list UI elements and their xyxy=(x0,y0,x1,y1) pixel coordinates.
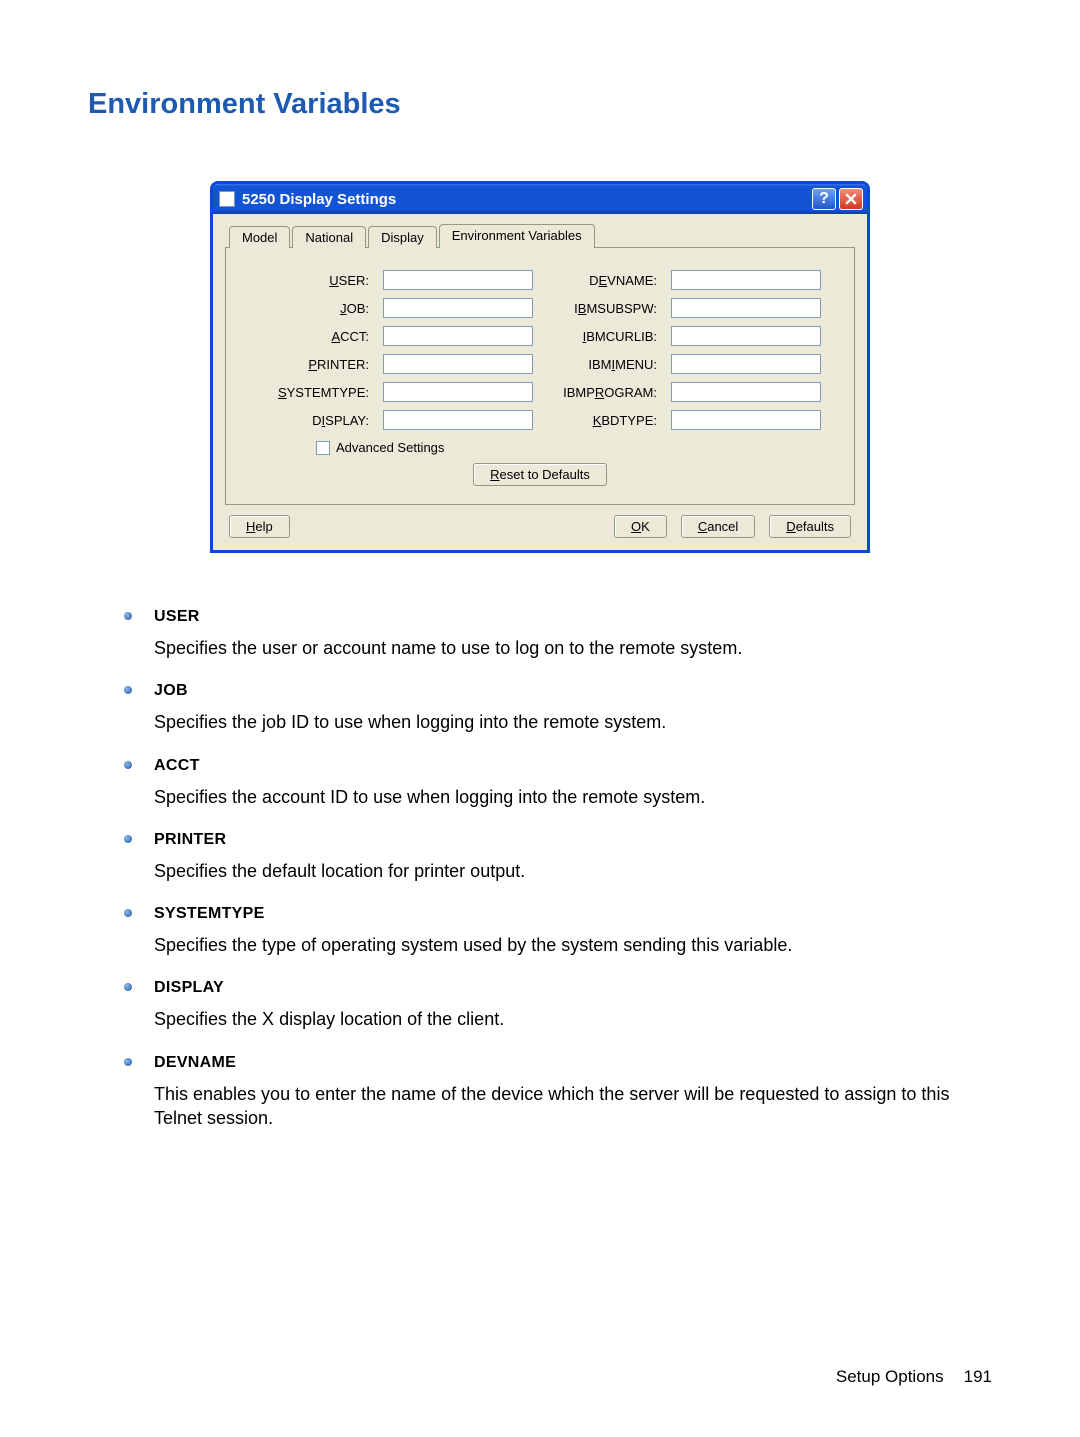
term-printer: PRINTER xyxy=(154,831,960,849)
ibmsubspw-field[interactable] xyxy=(671,298,821,318)
desc-display: Specifies the X display location of the … xyxy=(154,1007,960,1031)
systemtype-field[interactable] xyxy=(383,382,533,402)
dialog-body: Model National Display Environment Varia… xyxy=(213,214,867,550)
bullet-icon xyxy=(124,835,132,843)
label-ibmprogram: IBMPROGRAM: xyxy=(547,385,657,400)
desc-job: Specifies the job ID to use when logging… xyxy=(154,710,960,734)
acct-field[interactable] xyxy=(383,326,533,346)
footer-section: Setup Options xyxy=(836,1367,944,1387)
tab-panel: USER: DEVNAME: JOB: IBMSUBSPW: ACCT: IBM… xyxy=(225,247,855,505)
term-user: USER xyxy=(154,608,960,626)
ok-button[interactable]: OK xyxy=(614,515,667,538)
desc-user: Specifies the user or account name to us… xyxy=(154,636,960,660)
defaults-button[interactable]: Defaults xyxy=(769,515,851,538)
label-devname: DEVNAME: xyxy=(547,273,657,288)
titlebar: 5250 Display Settings ? xyxy=(213,184,867,214)
term-job: JOB xyxy=(154,682,960,700)
list-item: DISPLAY Specifies the X display location… xyxy=(154,979,960,1031)
label-user: USER: xyxy=(259,273,369,288)
window-title: 5250 Display Settings xyxy=(242,191,812,208)
titlebar-buttons: ? xyxy=(812,188,863,210)
fields-grid: USER: DEVNAME: JOB: IBMSUBSPW: ACCT: IBM… xyxy=(246,270,834,430)
list-item: DEVNAME This enables you to enter the na… xyxy=(154,1054,960,1131)
display-field[interactable] xyxy=(383,410,533,430)
bullet-icon xyxy=(124,761,132,769)
term-systemtype: SYSTEMTYPE xyxy=(154,905,960,923)
ibmprogram-field[interactable] xyxy=(671,382,821,402)
help-icon[interactable]: ? xyxy=(812,188,836,210)
footer-page-number: 191 xyxy=(964,1367,992,1387)
label-printer: PRINTER: xyxy=(259,357,369,372)
ibmcurlib-field[interactable] xyxy=(671,326,821,346)
label-kbdtype: KBDTYPE: xyxy=(547,413,657,428)
label-ibmcurlib: IBMCURLIB: xyxy=(547,329,657,344)
printer-field[interactable] xyxy=(383,354,533,374)
checkbox-icon[interactable] xyxy=(316,441,330,455)
bullet-icon xyxy=(124,1058,132,1066)
user-field[interactable] xyxy=(383,270,533,290)
tab-model[interactable]: Model xyxy=(229,226,290,248)
desc-acct: Specifies the account ID to use when log… xyxy=(154,785,960,809)
desc-printer: Specifies the default location for print… xyxy=(154,859,960,883)
kbdtype-field[interactable] xyxy=(671,410,821,430)
devname-field[interactable] xyxy=(671,270,821,290)
list-item: ACCT Specifies the account ID to use whe… xyxy=(154,757,960,809)
help-button[interactable]: Help xyxy=(229,515,290,538)
definition-list: USER Specifies the user or account name … xyxy=(154,608,960,1130)
term-display: DISPLAY xyxy=(154,979,960,997)
list-item: USER Specifies the user or account name … xyxy=(154,608,960,660)
desc-devname: This enables you to enter the name of th… xyxy=(154,1082,960,1131)
list-item: JOB Specifies the job ID to use when log… xyxy=(154,682,960,734)
app-icon xyxy=(219,191,235,207)
label-ibmsubspw: IBMSUBSPW: xyxy=(547,301,657,316)
bullet-icon xyxy=(124,983,132,991)
page-footer: Setup Options 191 xyxy=(836,1367,992,1387)
term-devname: DEVNAME xyxy=(154,1054,960,1072)
dialog-buttons: Help OK Cancel Defaults xyxy=(225,505,855,540)
label-systemtype: SYSTEMTYPE: xyxy=(259,385,369,400)
tab-national[interactable]: National xyxy=(292,226,366,248)
ibmimenu-field[interactable] xyxy=(671,354,821,374)
close-icon[interactable] xyxy=(839,188,863,210)
advanced-settings-label: Advanced Settings xyxy=(336,440,444,455)
label-job: JOB: xyxy=(259,301,369,316)
desc-systemtype: Specifies the type of operating system u… xyxy=(154,933,960,957)
page-heading: Environment Variables xyxy=(88,88,992,121)
list-item: PRINTER Specifies the default location f… xyxy=(154,831,960,883)
tab-display[interactable]: Display xyxy=(368,226,437,248)
bullet-icon xyxy=(124,909,132,917)
label-acct: ACCT: xyxy=(259,329,369,344)
dialog-window: 5250 Display Settings ? Model National D… xyxy=(210,181,870,553)
term-acct: ACCT xyxy=(154,757,960,775)
label-ibmimenu: IBMIMENU: xyxy=(547,357,657,372)
job-field[interactable] xyxy=(383,298,533,318)
label-display: DISPLAY: xyxy=(259,413,369,428)
bullet-icon xyxy=(124,612,132,620)
bullet-icon xyxy=(124,686,132,694)
tabs: Model National Display Environment Varia… xyxy=(229,224,855,248)
advanced-settings-row[interactable]: Advanced Settings xyxy=(316,440,834,455)
dialog-screenshot: 5250 Display Settings ? Model National D… xyxy=(210,181,870,553)
tab-environment-variables[interactable]: Environment Variables xyxy=(439,224,595,248)
cancel-button[interactable]: Cancel xyxy=(681,515,755,538)
list-item: SYSTEMTYPE Specifies the type of operati… xyxy=(154,905,960,957)
reset-to-defaults-button[interactable]: Reset to Defaults xyxy=(473,463,607,486)
